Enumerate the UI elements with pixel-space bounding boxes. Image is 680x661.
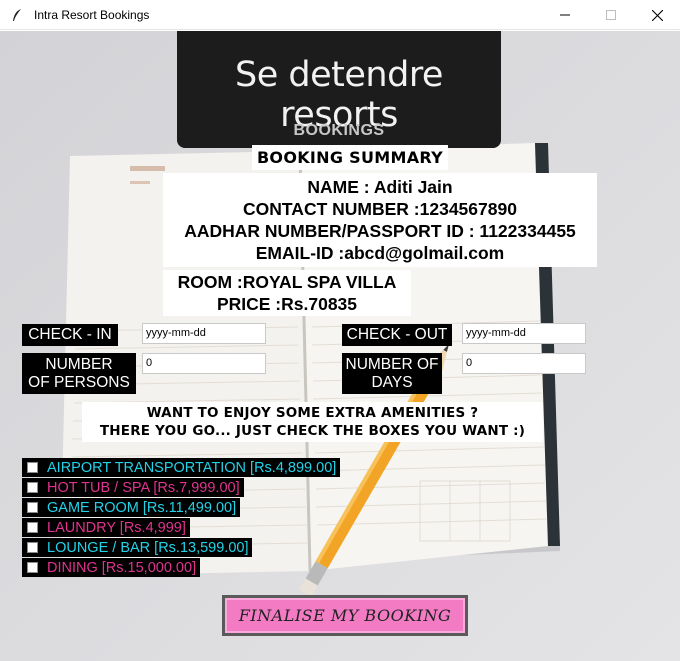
minimize-button[interactable] <box>542 0 588 30</box>
id-number-text: AADHAR NUMBER/PASSPORT ID : 1122334455 <box>184 221 576 241</box>
close-button[interactable] <box>634 0 680 30</box>
resort-banner: Se detendre resorts BOOKINGS <box>177 31 501 148</box>
room-type-text: ROOM :ROYAL SPA VILLA <box>177 272 397 292</box>
window-title: Intra Resort Bookings <box>34 7 150 22</box>
guest-details-panel: NAME : Aditi Jain CONTACT NUMBER :123456… <box>163 173 597 267</box>
amenities-heading: WANT TO ENJOY SOME EXTRA AMENITIES ? THE… <box>82 402 543 442</box>
amenity-label: LAUNDRY [Rs.4,999] <box>47 519 186 536</box>
amenities-heading-line-2: THERE YOU GO... JUST CHECK THE BOXES YOU… <box>99 423 526 439</box>
email-text: EMAIL-ID :abcd@golmail.com <box>255 243 505 263</box>
persons-label-line-1: NUMBER <box>45 356 113 373</box>
amenity-checkbox[interactable] <box>27 562 38 573</box>
maximize-button[interactable] <box>588 0 634 30</box>
check-in-input[interactable]: yyyy-mm-dd <box>142 323 266 344</box>
feather-app-icon <box>13 8 21 21</box>
amenities-heading-line-1: WANT TO ENJOY SOME EXTRA AMENITIES ? <box>146 405 479 421</box>
check-out-input[interactable]: yyyy-mm-dd <box>462 323 586 344</box>
guest-name-text: NAME : Aditi Jain <box>307 177 453 197</box>
amenity-label: DINING [Rs.15,000.00] <box>47 559 197 576</box>
amenity-checkbox[interactable] <box>27 502 38 513</box>
number-of-persons-label: NUMBER OF PERSONS <box>22 353 136 394</box>
contact-number-text: CONTACT NUMBER :1234567890 <box>243 199 517 219</box>
amenity-label: LOUNGE / BAR [Rs.13,599.00] <box>47 539 249 556</box>
amenity-label: HOT TUB / SPA [Rs.7,999.00] <box>47 479 240 496</box>
banner-subtitle: BOOKINGS <box>293 122 385 139</box>
amenity-checkbox[interactable] <box>27 482 38 493</box>
amenity-label: AIRPORT TRANSPORTATION [Rs.4,899.00] <box>47 459 337 476</box>
amenity-lounge-bar[interactable]: LOUNGE / BAR [Rs.13,599.00] <box>22 538 253 557</box>
check-out-label: CHECK - OUT <box>342 324 452 346</box>
number-of-days-input[interactable]: 0 <box>462 353 586 374</box>
room-details-panel: ROOM :ROYAL SPA VILLA PRICE :Rs.70835 <box>163 270 411 316</box>
amenity-airport-transportation[interactable]: AIRPORT TRANSPORTATION [Rs.4,899.00] <box>22 458 341 477</box>
amenity-checkbox[interactable] <box>27 522 38 533</box>
booking-summary-heading: BOOKING SUMMARY <box>252 145 448 170</box>
window-titlebar: Intra Resort Bookings <box>0 0 680 30</box>
persons-label-line-2: OF PERSONS <box>28 374 130 391</box>
amenity-checkbox[interactable] <box>27 462 38 473</box>
minimize-icon <box>560 14 570 16</box>
days-label-line-2: DAYS <box>371 374 413 391</box>
number-of-days-label: NUMBER OF DAYS <box>342 353 442 394</box>
amenity-game-room[interactable]: GAME ROOM [Rs.11,499.00] <box>22 498 241 517</box>
price-text: PRICE :Rs.70835 <box>216 294 358 314</box>
maximize-icon <box>606 10 616 20</box>
amenity-laundry[interactable]: LAUNDRY [Rs.4,999] <box>22 518 190 537</box>
amenity-hot-tub-spa[interactable]: HOT TUB / SPA [Rs.7,999.00] <box>22 478 244 497</box>
check-in-label: CHECK - IN <box>22 324 118 346</box>
number-of-persons-input[interactable]: 0 <box>142 353 266 374</box>
amenity-label: GAME ROOM [Rs.11,499.00] <box>47 499 237 516</box>
amenity-dining[interactable]: DINING [Rs.15,000.00] <box>22 558 201 577</box>
booking-window-canvas: Se detendre resorts BOOKINGS BOOKING SUM… <box>0 31 680 661</box>
amenity-checkbox[interactable] <box>27 542 38 553</box>
finalise-booking-button[interactable]: FINALISE MY BOOKING <box>222 595 468 636</box>
close-icon <box>651 9 663 21</box>
days-label-line-1: NUMBER OF <box>345 356 439 373</box>
